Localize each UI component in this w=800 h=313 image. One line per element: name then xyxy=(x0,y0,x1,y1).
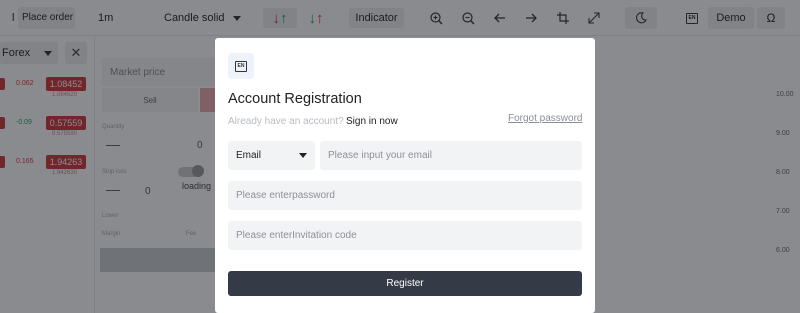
chevron-down-icon xyxy=(299,153,307,158)
email-input[interactable]: Please input your email xyxy=(320,141,582,170)
language-icon: EN xyxy=(235,60,247,72)
sign-in-link[interactable]: Sign in now xyxy=(346,116,398,127)
account-type-select[interactable]: Email xyxy=(228,141,315,170)
modal-title: Account Registration xyxy=(228,91,362,107)
registration-modal: EN Account Registration Already have an … xyxy=(215,38,595,313)
password-input[interactable]: Please enterpassword xyxy=(228,181,582,210)
have-account-text: Already have an account? xyxy=(228,116,344,127)
account-type-value: Email xyxy=(236,150,262,161)
forgot-password-link[interactable]: Forgot password xyxy=(508,113,582,124)
language-logo[interactable]: EN xyxy=(228,53,254,79)
invitation-code-input[interactable]: Please enterInvitation code xyxy=(228,221,582,250)
register-button[interactable]: Register xyxy=(228,271,582,296)
